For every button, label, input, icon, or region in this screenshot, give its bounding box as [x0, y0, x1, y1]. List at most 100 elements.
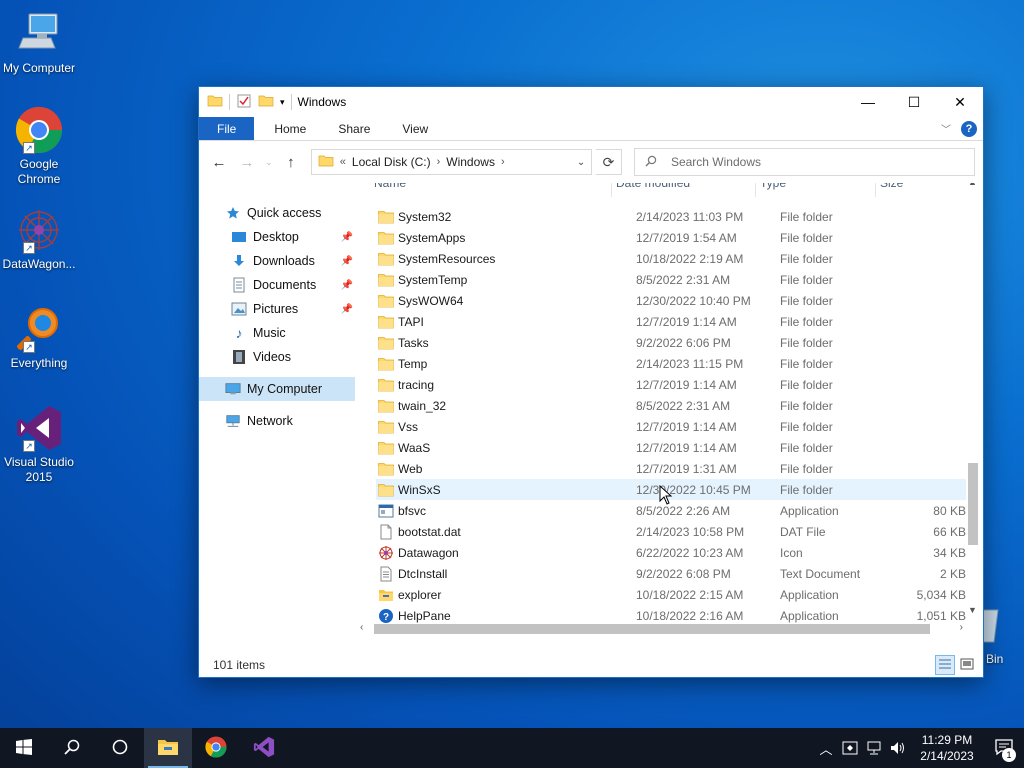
- nav-item-pictures[interactable]: Pictures 📌: [199, 297, 355, 321]
- file-row[interactable]: twain_32 8/5/2022 2:31 AM File folder: [376, 395, 966, 416]
- scroll-up-icon[interactable]: ▲: [968, 183, 977, 187]
- tab-file[interactable]: File: [199, 117, 255, 140]
- file-row[interactable]: System32 2/14/2023 11:03 PM File folder: [376, 206, 966, 227]
- close-icon: ✕: [954, 93, 966, 110]
- file-name: WaaS: [398, 440, 431, 455]
- file-row[interactable]: DtcInstall 9/2/2022 6:08 PM Text Document 2…: [376, 563, 966, 584]
- pin-icon[interactable]: 📌: [341, 232, 353, 243]
- nav-item-quick-access[interactable]: Quick access: [199, 201, 355, 225]
- nav-item-my-computer[interactable]: My Computer: [199, 377, 355, 401]
- search-button[interactable]: [48, 728, 96, 768]
- file-row[interactable]: SystemApps 12/7/2019 1:54 AM File folder: [376, 227, 966, 248]
- tab-home[interactable]: Home: [258, 117, 322, 140]
- desktop-icon-everything[interactable]: ↗ Everything: [0, 305, 78, 371]
- notification-center-button[interactable]: 1: [984, 728, 1024, 768]
- pin-icon[interactable]: 📌: [341, 256, 353, 267]
- column-name[interactable]: Name: [356, 183, 612, 197]
- address-dropdown-icon[interactable]: ⌄: [571, 157, 591, 168]
- clock[interactable]: 11:29 PM 2/14/2023: [910, 732, 984, 764]
- file-row[interactable]: tracing 12/7/2019 1:14 AM File folder: [376, 374, 966, 395]
- desktop-icon-datawagon[interactable]: ↗ DataWagon...: [0, 206, 78, 272]
- recent-locations-button[interactable]: ⌄: [263, 150, 275, 174]
- volume-tray-icon[interactable]: [886, 728, 910, 768]
- file-date-modified: 12/7/2019 1:54 AM: [636, 230, 737, 245]
- file-row[interactable]: SysWOW64 12/30/2022 10:40 PM File folder: [376, 290, 966, 311]
- file-row[interactable]: SystemResources 10/18/2022 2:19 AM File fo…: [376, 248, 966, 269]
- help-icon[interactable]: ?: [961, 120, 977, 137]
- pin-icon[interactable]: 📌: [341, 304, 353, 315]
- shortcut-arrow-icon: ↗: [23, 440, 35, 452]
- desktop-icon-my-computer[interactable]: My Computer: [0, 10, 78, 76]
- minimize-button[interactable]: —: [845, 87, 891, 117]
- large-icons-view-button[interactable]: [957, 655, 977, 675]
- security-tray-icon[interactable]: [838, 728, 862, 768]
- overflow-chevron-icon[interactable]: «: [340, 156, 346, 168]
- tab-view[interactable]: View: [386, 117, 444, 140]
- expand-ribbon-icon[interactable]: ﹀: [941, 121, 951, 136]
- file-name-cell: tracing: [376, 377, 636, 393]
- computer-icon: [225, 381, 241, 397]
- nav-item-network[interactable]: Network: [199, 409, 355, 433]
- breadcrumb-windows[interactable]: Windows: [446, 155, 495, 169]
- nav-item-documents[interactable]: Documents 📌: [199, 273, 355, 297]
- show-hidden-icons-button[interactable]: ︿: [814, 728, 838, 768]
- file-name-cell: SysWOW64: [376, 293, 636, 309]
- scroll-down-icon[interactable]: ▼: [968, 605, 977, 615]
- search-input[interactable]: Search Windows: [633, 148, 976, 176]
- taskbar-file-explorer[interactable]: [144, 728, 192, 768]
- tab-share[interactable]: Share: [322, 117, 386, 140]
- file-row[interactable]: SystemTemp 8/5/2022 2:31 AM File folder: [376, 269, 966, 290]
- pin-icon[interactable]: 📌: [341, 280, 353, 291]
- new-folder-icon[interactable]: [258, 93, 274, 112]
- horizontal-scrollbar[interactable]: ‹ ›: [356, 621, 965, 637]
- pictures-icon: [231, 301, 247, 317]
- column-size[interactable]: Size: [876, 183, 948, 197]
- breadcrumb-local-disk[interactable]: Local Disk (C:): [352, 155, 431, 169]
- horizontal-scroll-thumb[interactable]: [374, 624, 930, 634]
- network-tray-icon[interactable]: [862, 728, 886, 768]
- file-name: DtcInstall: [398, 566, 448, 581]
- maximize-button[interactable]: ☐: [891, 87, 937, 117]
- chevron-right-icon[interactable]: ›: [501, 156, 505, 168]
- scroll-left-icon[interactable]: ‹: [360, 622, 363, 633]
- address-bar[interactable]: « Local Disk (C:) › Windows › ⌄: [310, 149, 593, 175]
- taskbar-visual-studio[interactable]: [240, 728, 288, 768]
- details-view-button[interactable]: [935, 655, 955, 675]
- task-view-button[interactable]: [96, 728, 144, 768]
- file-row[interactable]: TAPI 12/7/2019 1:14 AM File folder: [376, 311, 966, 332]
- file-row[interactable]: Temp 2/14/2023 11:15 PM File folder: [376, 353, 966, 374]
- taskbar-google-chrome[interactable]: [192, 728, 240, 768]
- nav-item-music[interactable]: ♪ Music: [199, 321, 355, 345]
- nav-item-videos[interactable]: Videos: [199, 345, 355, 369]
- folder-icon: [378, 440, 394, 456]
- vertical-scrollbar[interactable]: ▲ ▼: [965, 183, 981, 615]
- properties-icon[interactable]: [236, 93, 252, 112]
- up-button[interactable]: ↑: [279, 150, 303, 174]
- column-date-modified[interactable]: Date modified: [612, 183, 756, 197]
- close-button[interactable]: ✕: [937, 87, 983, 117]
- nav-item-downloads[interactable]: Downloads 📌: [199, 249, 355, 273]
- file-row[interactable]: Vss 12/7/2019 1:14 AM File folder: [376, 416, 966, 437]
- back-button[interactable]: ←: [207, 150, 231, 174]
- scroll-right-icon[interactable]: ›: [960, 622, 963, 633]
- file-row[interactable]: Web 12/7/2019 1:31 AM File folder: [376, 458, 966, 479]
- file-row[interactable]: WaaS 12/7/2019 1:14 AM File folder: [376, 437, 966, 458]
- file-row[interactable]: Tasks 9/2/2022 6:06 PM File folder: [376, 332, 966, 353]
- desktop-icon-visual-studio[interactable]: ↗ Visual Studio 2015: [0, 404, 78, 485]
- forward-button[interactable]: →: [235, 150, 259, 174]
- customize-toolbar-icon[interactable]: ▾: [280, 97, 285, 108]
- file-date-modified: 12/30/2022 10:40 PM: [636, 293, 751, 308]
- start-button[interactable]: [0, 728, 48, 768]
- file-name-cell: bootstat.dat: [376, 524, 636, 540]
- chevron-right-icon[interactable]: ›: [437, 156, 441, 168]
- file-row[interactable]: bootstat.dat 2/14/2023 10:58 PM DAT File 66…: [376, 521, 966, 542]
- vertical-scroll-thumb[interactable]: [968, 463, 978, 545]
- refresh-button[interactable]: ⟳: [596, 149, 622, 175]
- file-row[interactable]: Datawagon 6/22/2022 10:23 AM Icon 34 KB: [376, 542, 966, 563]
- column-type[interactable]: Type: [756, 183, 876, 197]
- file-row[interactable]: explorer 10/18/2022 2:15 AM Application 5,0…: [376, 584, 966, 605]
- nav-item-desktop[interactable]: Desktop 📌: [199, 225, 355, 249]
- desktop-icon-google-chrome[interactable]: ↗ Google Chrome: [0, 106, 78, 187]
- explorer-icon: [378, 587, 394, 603]
- computer-icon: [15, 10, 63, 58]
